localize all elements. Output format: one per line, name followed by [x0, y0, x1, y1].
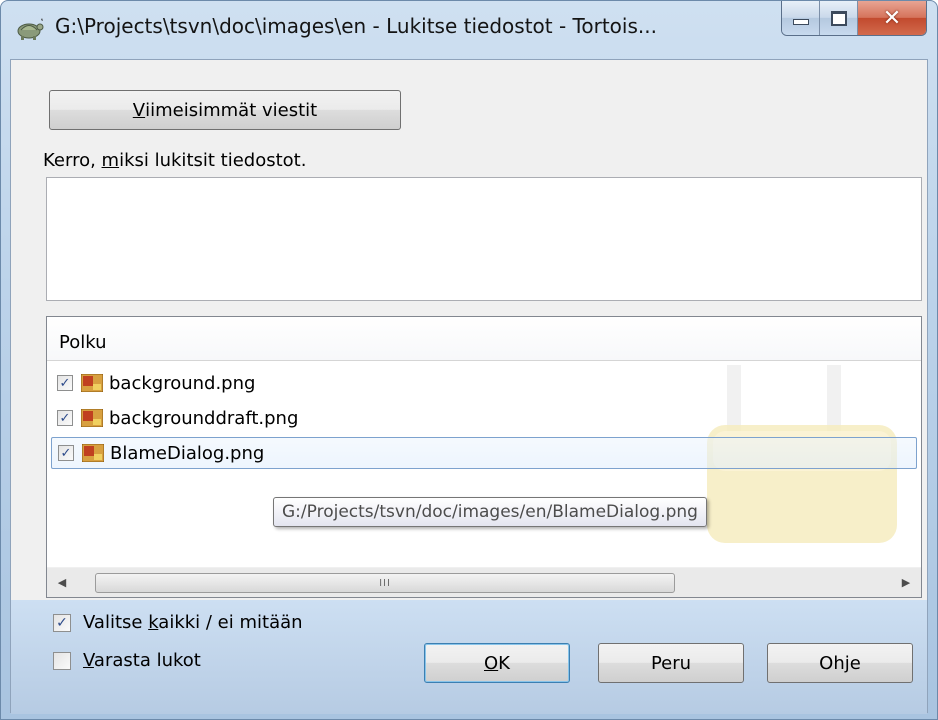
chevron-right-icon: ▶ [901, 576, 911, 589]
png-file-icon [81, 374, 103, 392]
file-name: background.png [109, 372, 256, 394]
chevron-left-icon: ◀ [57, 576, 67, 589]
scroll-right-button[interactable]: ▶ [891, 568, 921, 597]
maximize-icon [830, 10, 847, 26]
recent-messages-accel: V [132, 99, 146, 121]
column-header-label: Polku [59, 332, 107, 353]
lock-message-input[interactable] [46, 177, 922, 301]
scroll-left-button[interactable]: ◀ [47, 568, 77, 597]
steal-locks-checkbox[interactable]: Varasta lukot [53, 650, 201, 671]
window-title: G:\Projects\tsvn\doc\images\en - Lukitse… [55, 14, 657, 38]
close-icon: ✕ [882, 5, 902, 31]
scroll-thumb-grip: III [379, 577, 391, 589]
ok-button[interactable]: OK [424, 643, 570, 683]
minimize-icon [792, 19, 809, 25]
png-file-icon [81, 409, 103, 427]
maximize-button[interactable] [820, 1, 858, 35]
select-all-checkbox[interactable]: ✓ Valitse kaikki / ei mitään [53, 612, 303, 633]
caption-buttons: ✕ [781, 1, 927, 36]
file-path-tooltip: G:/Projects/tsvn/doc/images/en/BlameDial… [273, 497, 707, 527]
tortoise-icon [17, 18, 44, 40]
dialog-window: G:\Projects\tsvn\doc\images\en - Lukitse… [0, 0, 938, 720]
file-name: BlameDialog.png [110, 442, 265, 464]
message-prompt-label: Kerro, miksi lukitsit tiedostot. [43, 150, 307, 171]
row-checkbox[interactable]: ✓ [57, 375, 73, 391]
steal-locks-checkbox-box[interactable] [53, 651, 71, 670]
list-item[interactable]: ✓ BlameDialog.png [51, 437, 917, 469]
file-name: backgrounddraft.png [109, 407, 299, 429]
title-bar[interactable]: G:\Projects\tsvn\doc\images\en - Lukitse… [1, 1, 937, 59]
minimize-button[interactable] [782, 1, 820, 35]
dialog-client-area: Viimeisimmät viestit Kerro, miksi lukits… [10, 59, 928, 714]
horizontal-scrollbar[interactable]: ◀ III ▶ [47, 567, 921, 597]
select-all-checkbox-box[interactable]: ✓ [53, 613, 71, 632]
help-button[interactable]: Ohje [767, 643, 913, 683]
cancel-button[interactable]: Peru [598, 643, 744, 683]
png-file-icon [82, 444, 104, 462]
scroll-thumb[interactable]: III [95, 573, 675, 593]
recent-messages-button[interactable]: Viimeisimmät viestit [49, 90, 401, 130]
list-item[interactable]: ✓ background.png [51, 367, 917, 399]
row-checkbox[interactable]: ✓ [57, 410, 73, 426]
select-all-label: Valitse kaikki / ei mitään [83, 612, 303, 633]
list-item[interactable]: ✓ backgrounddraft.png [51, 402, 917, 434]
close-button[interactable]: ✕ [858, 1, 926, 35]
column-header-path[interactable]: Polku [47, 317, 921, 361]
steal-locks-label: Varasta lukot [83, 650, 201, 671]
recent-messages-label: iimeisimmät viestit [145, 99, 318, 121]
row-checkbox[interactable]: ✓ [58, 445, 74, 461]
file-list[interactable]: Polku ✓ background.png ✓ backgrounddraft… [46, 316, 922, 598]
